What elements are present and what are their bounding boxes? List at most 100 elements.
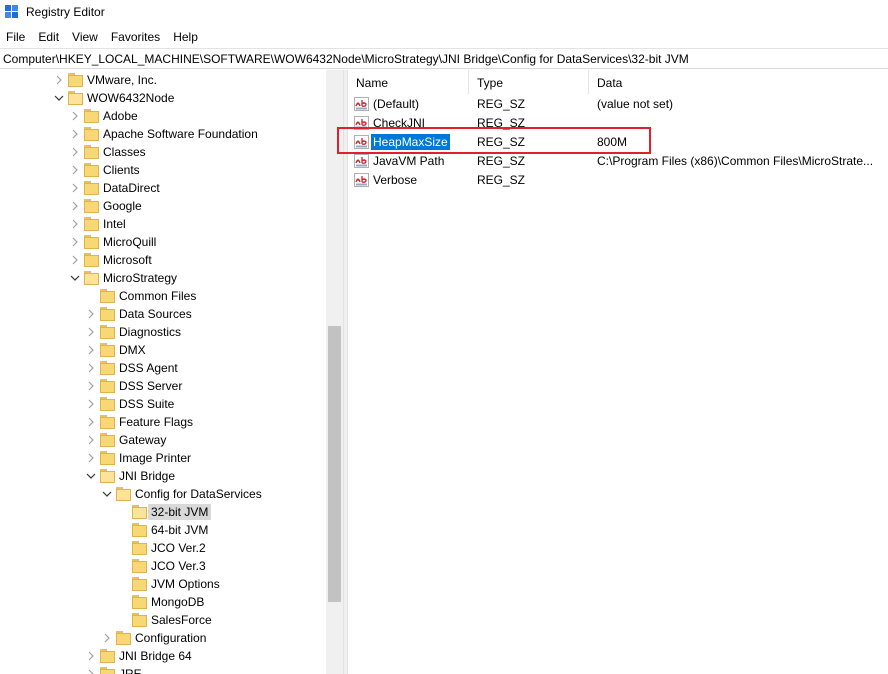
chevron-down-icon[interactable] — [68, 271, 82, 285]
chevron-right-icon[interactable] — [84, 433, 98, 447]
folder-icon — [132, 577, 147, 591]
tree-item-jvm-options[interactable]: JVM Options — [0, 575, 326, 593]
chevron-right-icon[interactable] — [84, 325, 98, 339]
chevron-right-icon[interactable] — [68, 181, 82, 195]
folder-icon — [100, 379, 115, 393]
tree-item-jre[interactable]: JRE — [0, 665, 326, 674]
column-header-name[interactable]: Name — [348, 70, 388, 94]
chevron-right-icon[interactable] — [68, 217, 82, 231]
tree-item-dss-suite[interactable]: DSS Suite — [0, 395, 326, 413]
address-path[interactable]: Computer\HKEY_LOCAL_MACHINE\SOFTWARE\WOW… — [3, 52, 689, 66]
tree-item-32-bit-jvm[interactable]: 32-bit JVM — [0, 503, 326, 521]
chevron-down-icon[interactable] — [84, 469, 98, 483]
menu-favorites[interactable]: Favorites — [105, 26, 167, 48]
value-row-javavm-path[interactable]: JavaVM Path REG_SZ C:\Program Files (x86)\… — [348, 152, 888, 171]
folder-icon — [84, 181, 99, 195]
tree-item-jco-ver-2[interactable]: JCO Ver.2 — [0, 539, 326, 557]
value-row-heapmaxsize[interactable]: HeapMaxSize REG_SZ 800M — [348, 133, 888, 152]
tree-item-datadirect[interactable]: DataDirect — [0, 179, 326, 197]
menu-help[interactable]: Help — [167, 26, 205, 48]
tree-item-label: 32-bit JVM — [148, 504, 212, 520]
folder-icon — [84, 199, 99, 213]
chevron-right-icon[interactable] — [84, 343, 98, 357]
value-name: CheckJNI — [373, 116, 426, 130]
menu-file[interactable]: File — [0, 26, 32, 48]
address-bar[interactable]: Computer\HKEY_LOCAL_MACHINE\SOFTWARE\WOW… — [0, 48, 888, 69]
folder-icon — [100, 289, 115, 303]
chevron-right-icon[interactable] — [68, 109, 82, 123]
tree-item-dss-agent[interactable]: DSS Agent — [0, 359, 326, 377]
chevron-right-icon[interactable] — [100, 631, 114, 645]
chevron-right-icon[interactable] — [84, 415, 98, 429]
tree-item-clients[interactable]: Clients — [0, 161, 326, 179]
tree-item-common-files[interactable]: Common Files — [0, 287, 326, 305]
menu-view[interactable]: View — [66, 26, 105, 48]
tree-item-64-bit-jvm[interactable]: 64-bit JVM — [0, 521, 326, 539]
folder-icon — [132, 559, 147, 573]
chevron-down-icon[interactable] — [100, 487, 114, 501]
tree-item-wow6432node[interactable]: WOW6432Node — [0, 89, 326, 107]
tree-item-dmx[interactable]: DMX — [0, 341, 326, 359]
tree-item-intel[interactable]: Intel — [0, 215, 326, 233]
chevron-right-icon[interactable] — [68, 235, 82, 249]
tree-item-diagnostics[interactable]: Diagnostics — [0, 323, 326, 341]
tree-item-apache-software-foundation[interactable]: Apache Software Foundation — [0, 125, 326, 143]
tree-item-salesforce[interactable]: SalesForce — [0, 611, 326, 629]
folder-icon — [132, 523, 147, 537]
tree-item-microsoft[interactable]: Microsoft — [0, 251, 326, 269]
tree-item-jco-ver-3[interactable]: JCO Ver.3 — [0, 557, 326, 575]
chevron-right-icon[interactable] — [84, 361, 98, 375]
chevron-down-icon[interactable] — [52, 91, 66, 105]
chevron-right-icon[interactable] — [84, 649, 98, 663]
tree-item-jni-bridge[interactable]: JNI Bridge — [0, 467, 326, 485]
tree-item-label: Config for DataServices — [135, 487, 262, 501]
tree-item-label: DataDirect — [103, 181, 160, 195]
tree-item-feature-flags[interactable]: Feature Flags — [0, 413, 326, 431]
chevron-right-icon[interactable] — [68, 163, 82, 177]
tree-item-vmware-inc[interactable]: VMware, Inc. — [0, 71, 326, 89]
tree-scrollbar[interactable] — [326, 70, 343, 674]
tree-item-mongodb[interactable]: MongoDB — [0, 593, 326, 611]
chevron-right-icon[interactable] — [68, 145, 82, 159]
column-header-data[interactable]: Data — [589, 70, 622, 94]
tree-item-classes[interactable]: Classes — [0, 143, 326, 161]
tree-item-data-sources[interactable]: Data Sources — [0, 305, 326, 323]
tree-item-microquill[interactable]: MicroQuill — [0, 233, 326, 251]
chevron-right-icon[interactable] — [84, 379, 98, 393]
tree-item-google[interactable]: Google — [0, 197, 326, 215]
tree-item-gateway[interactable]: Gateway — [0, 431, 326, 449]
value-row-checkjni[interactable]: CheckJNI REG_SZ — [348, 114, 888, 133]
column-header-type[interactable]: Type — [469, 70, 503, 94]
chevron-right-icon[interactable] — [68, 199, 82, 213]
value-type: REG_SZ — [477, 173, 526, 187]
string-value-icon — [354, 97, 369, 111]
tree-item-jni-bridge-64[interactable]: JNI Bridge 64 — [0, 647, 326, 665]
chevron-right-icon[interactable] — [68, 253, 82, 267]
folder-icon — [100, 451, 115, 465]
folder-icon — [100, 361, 115, 375]
tree-item-image-printer[interactable]: Image Printer — [0, 449, 326, 467]
value-data: C:\Program Files (x86)\Common Files\Micr… — [597, 154, 874, 168]
tree-item-dss-server[interactable]: DSS Server — [0, 377, 326, 395]
chevron-right-icon[interactable] — [84, 397, 98, 411]
tree-item-label: MongoDB — [151, 595, 205, 609]
folder-icon — [84, 145, 99, 159]
chevron-right-icon[interactable] — [84, 451, 98, 465]
tree-scrollbar-thumb[interactable] — [328, 326, 341, 602]
chevron-right-icon[interactable] — [84, 307, 98, 321]
chevron-right-icon[interactable] — [52, 73, 66, 87]
tree-item-label: JRE — [119, 667, 142, 674]
tree-item-config-for-dataservices[interactable]: Config for DataServices — [0, 485, 326, 503]
tree-item-adobe[interactable]: Adobe — [0, 107, 326, 125]
tree-item-label: MicroStrategy — [103, 271, 178, 285]
folder-icon — [84, 109, 99, 123]
menu-edit[interactable]: Edit — [32, 26, 66, 48]
value-row-verbose[interactable]: Verbose REG_SZ — [348, 171, 888, 190]
folder-icon — [116, 631, 131, 645]
chevron-right-icon[interactable] — [68, 127, 82, 141]
tree-item-microstrategy[interactable]: MicroStrategy — [0, 269, 326, 287]
tree-item-configuration[interactable]: Configuration — [0, 629, 326, 647]
value-row-default[interactable]: (Default) REG_SZ (value not set) — [348, 95, 888, 114]
window-title: Registry Editor — [26, 5, 105, 19]
chevron-right-icon[interactable] — [84, 667, 98, 674]
